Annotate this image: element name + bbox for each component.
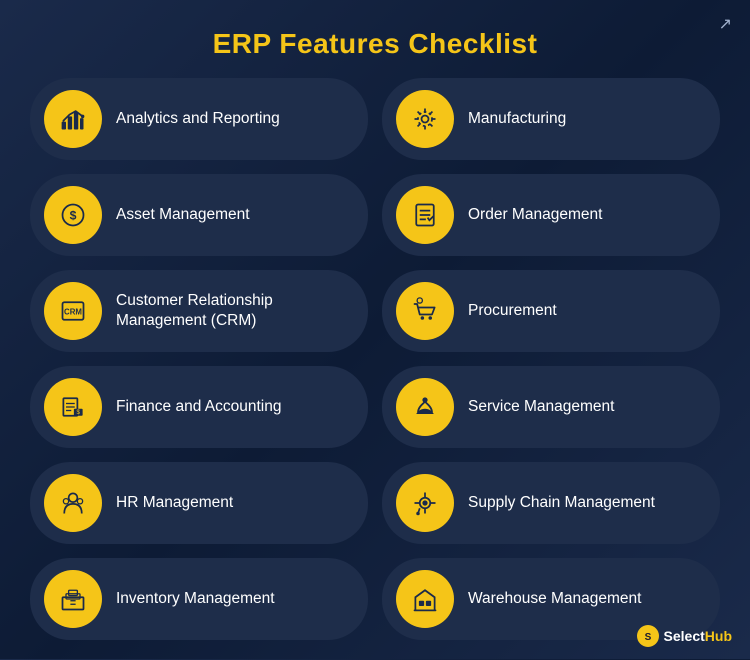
inventory-label: Inventory Management — [116, 589, 275, 609]
asset-label: Asset Management — [116, 205, 250, 225]
service-icon — [396, 378, 454, 436]
supply-label: Supply Chain Management — [468, 493, 655, 513]
warehouse-label: Warehouse Management — [468, 589, 641, 609]
asset-icon: $ — [44, 186, 102, 244]
card-manufacturing: Manufacturing — [382, 78, 720, 160]
manufacturing-icon — [396, 90, 454, 148]
brand-hub: Hub — [705, 628, 732, 644]
card-hr: HR Management — [30, 462, 368, 544]
svg-text:$: $ — [77, 409, 81, 416]
finance-label: Finance and Accounting — [116, 397, 281, 417]
card-finance: $ Finance and Accounting — [30, 366, 368, 448]
card-procurement: Procurement — [382, 270, 720, 352]
service-label: Service Management — [468, 397, 614, 417]
card-analytics: Analytics and Reporting — [30, 78, 368, 160]
card-service: Service Management — [382, 366, 720, 448]
hr-icon — [44, 474, 102, 532]
brand-select: Select — [664, 628, 705, 644]
card-asset: $ Asset Management — [30, 174, 368, 256]
warehouse-icon — [396, 570, 454, 628]
manufacturing-label: Manufacturing — [468, 109, 566, 129]
share-icon[interactable]: ↗ — [719, 14, 732, 34]
crm-icon: CRM — [44, 282, 102, 340]
hr-label: HR Management — [116, 493, 233, 513]
crm-label: Customer Relationship Management (CRM) — [116, 291, 350, 331]
branding: S SelectHub — [637, 625, 732, 647]
supply-icon — [396, 474, 454, 532]
card-crm: CRM Customer Relationship Management (CR… — [30, 270, 368, 352]
procurement-icon — [396, 282, 454, 340]
inventory-icon — [44, 570, 102, 628]
feature-grid: Analytics and Reporting Manufacturing $ … — [0, 78, 750, 660]
finance-icon: $ — [44, 378, 102, 436]
order-icon — [396, 186, 454, 244]
svg-text:CRM: CRM — [64, 308, 82, 317]
analytics-label: Analytics and Reporting — [116, 109, 280, 129]
analytics-icon — [44, 90, 102, 148]
svg-text:S: S — [644, 632, 651, 643]
svg-text:$: $ — [70, 208, 77, 222]
card-supply: Supply Chain Management — [382, 462, 720, 544]
card-order: Order Management — [382, 174, 720, 256]
page-title: ERP Features Checklist — [0, 0, 750, 78]
order-label: Order Management — [468, 205, 602, 225]
procurement-label: Procurement — [468, 301, 557, 321]
card-inventory: Inventory Management — [30, 558, 368, 640]
